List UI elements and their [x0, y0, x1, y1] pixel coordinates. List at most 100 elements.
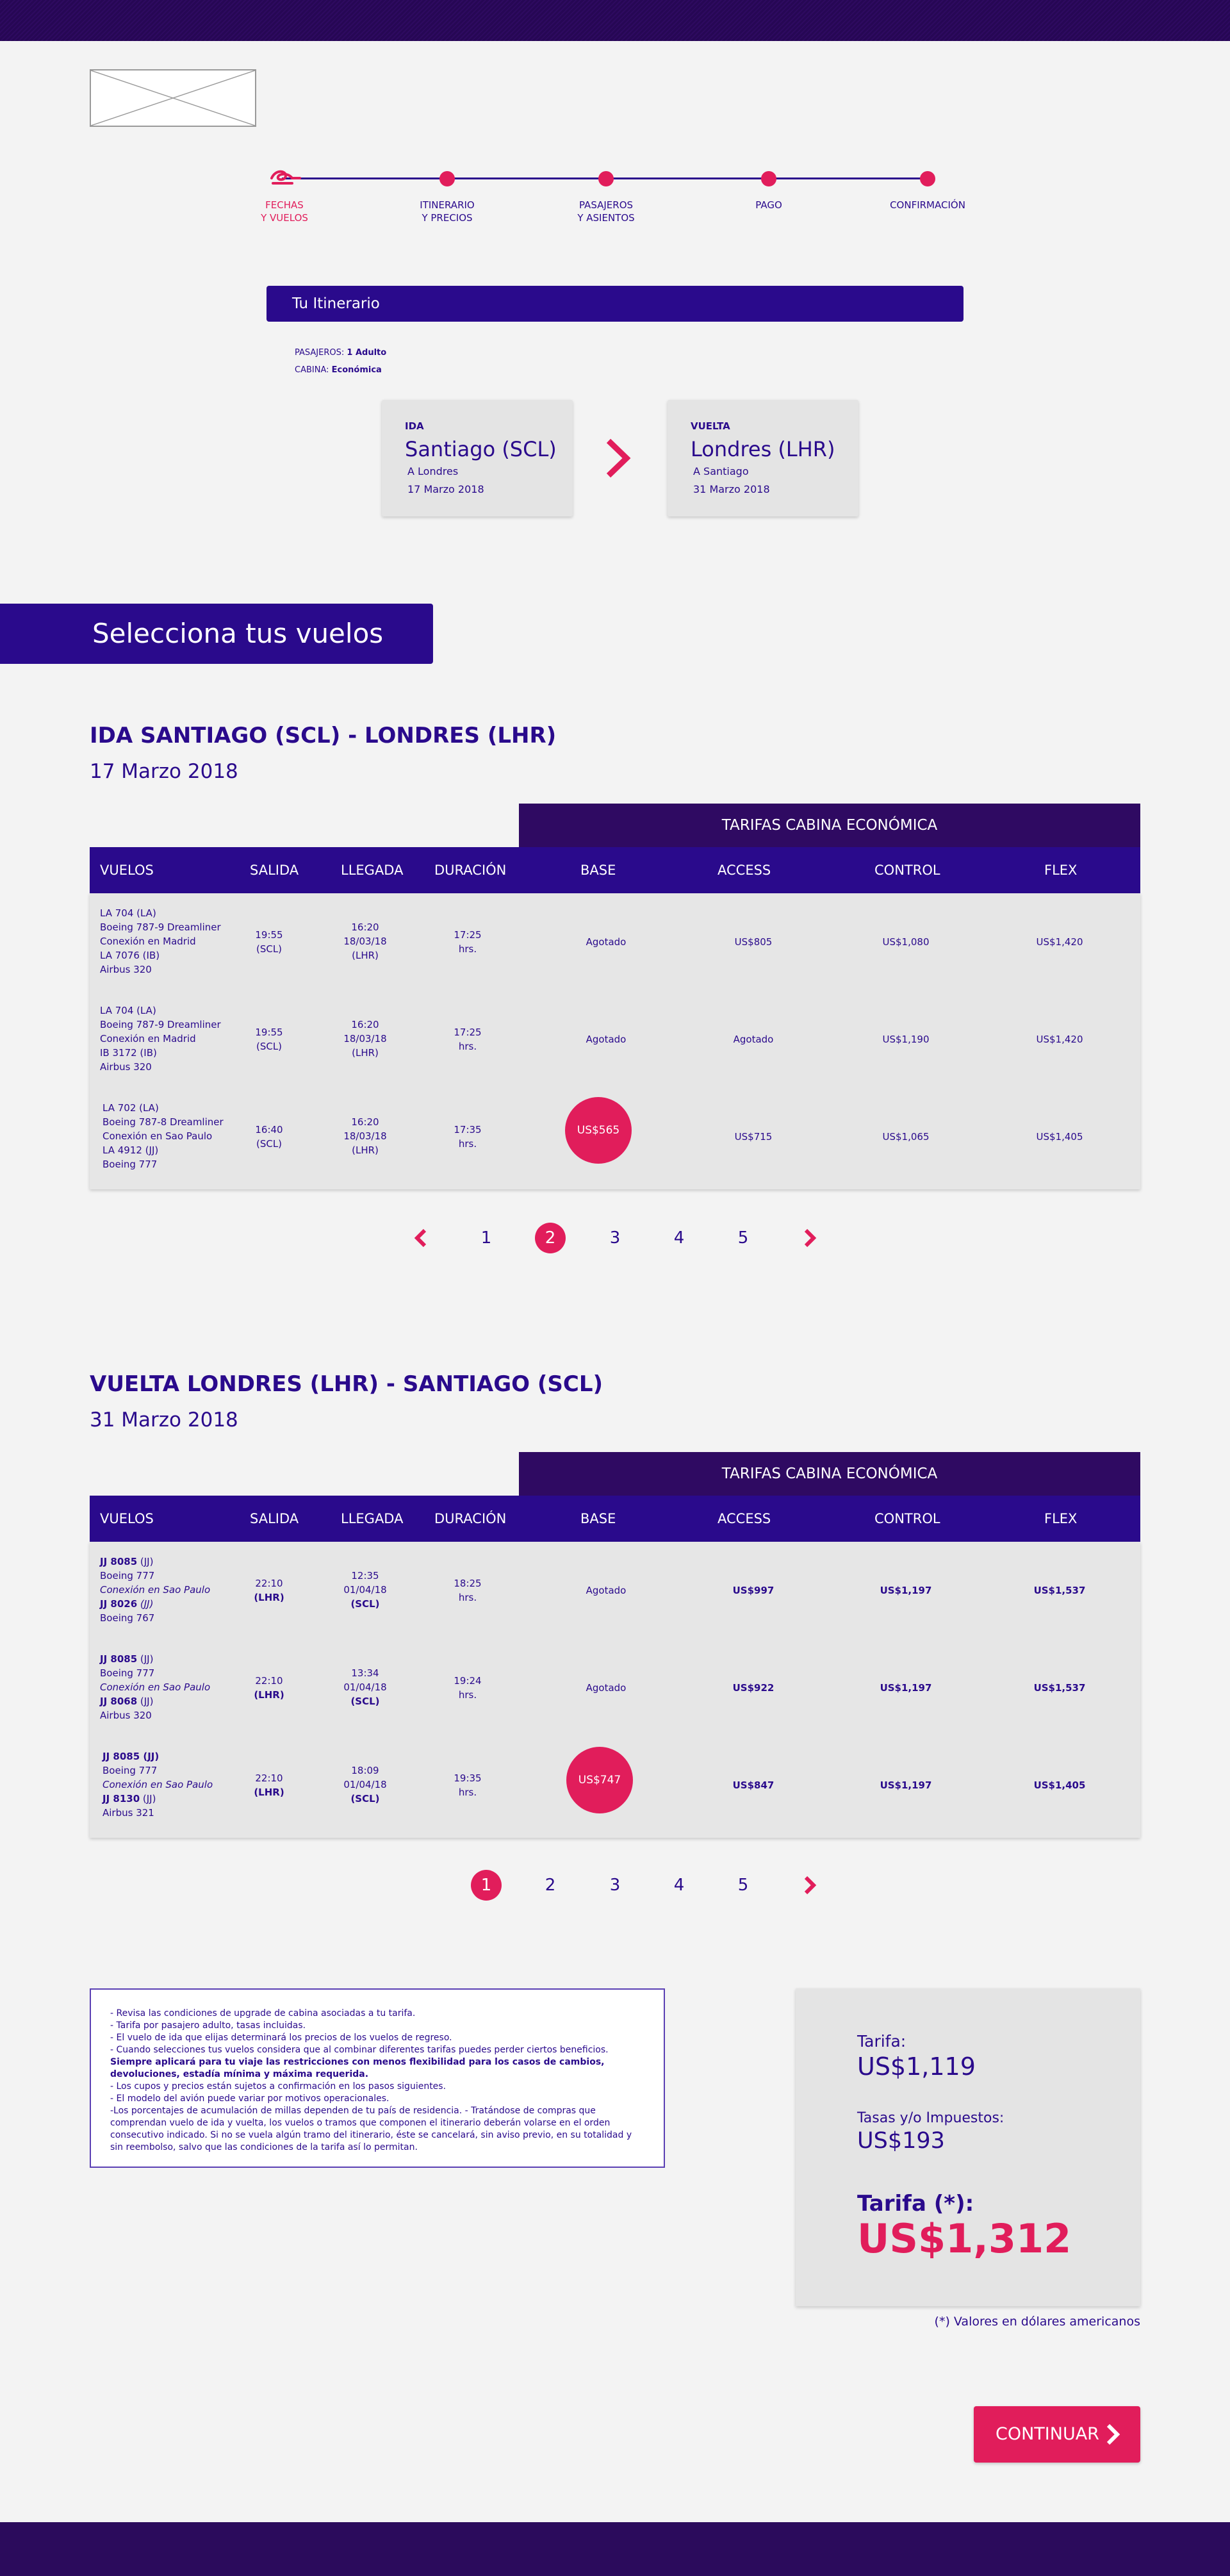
fare-control[interactable]: US$1,197 — [861, 1778, 951, 1792]
arrival-date: 18/03/18 — [343, 936, 387, 947]
note-line: - El vuelo de ida que elijas determinará… — [110, 2033, 452, 2043]
carrier: (JJ) — [137, 1653, 154, 1665]
outbound-city: Santiago (SCL) — [405, 437, 557, 461]
col-base: BASE — [580, 1511, 616, 1526]
aircraft: Boeing 787-9 Dreamliner — [100, 1019, 221, 1030]
outbound-card[interactable]: IDA Santiago (SCL) A Londres 17 Marzo 20… — [382, 400, 573, 516]
aircraft: Airbus 320 — [100, 1710, 152, 1721]
step-label-confirmacion[interactable]: CONFIRMACIÓN — [864, 199, 992, 211]
col-llegada: LLEGADA — [341, 1511, 404, 1526]
chevron-left-icon[interactable] — [408, 1225, 434, 1251]
page-2[interactable]: 2 — [535, 1870, 566, 1901]
duration: 19:35 — [454, 1772, 482, 1784]
fare-control[interactable]: US$1,065 — [861, 1130, 951, 1144]
fare-flex[interactable]: US$1,405 — [1015, 1778, 1104, 1792]
step-label-itinerario[interactable]: ITINERARIO Y PRECIOS — [383, 199, 511, 224]
fare-flex[interactable]: US$1,537 — [1015, 1681, 1104, 1695]
aircraft: Boeing 767 — [100, 1612, 155, 1624]
fare-access[interactable]: US$847 — [709, 1778, 798, 1792]
passengers-line: PASAJEROS: 1 Adulto — [295, 348, 386, 358]
fare-access[interactable]: US$715 — [709, 1130, 798, 1144]
flight-number: LA 702 (LA) — [102, 1102, 159, 1114]
logo-placeholder[interactable] — [90, 69, 256, 127]
arrival-date: 01/04/18 — [343, 1681, 387, 1693]
flight-number: LA 704 (LA) — [100, 1005, 156, 1016]
salida-cell: 19:55 (SCL) — [237, 1025, 301, 1053]
flight-number: IB 3172 (IB) — [100, 1047, 157, 1059]
fare-flex[interactable]: US$1,405 — [1015, 1130, 1104, 1144]
page-5[interactable]: 5 — [728, 1870, 758, 1901]
return-card[interactable]: VUELTA Londres (LHR) A Santiago 31 Marzo… — [668, 400, 858, 516]
salida-cell: 16:40 (SCL) — [237, 1123, 301, 1151]
page-3[interactable]: 3 — [600, 1223, 630, 1253]
arrival-airport: (SCL) — [350, 1793, 380, 1804]
step-label-fechas[interactable]: FECHAS Y VUELOS — [220, 199, 348, 224]
aircraft: Airbus 321 — [102, 1807, 154, 1819]
chevron-right-icon[interactable] — [797, 1225, 823, 1251]
step-dot-pasajeros[interactable] — [598, 171, 614, 186]
llegada-cell: 12:35 01/04/18 (SCL) — [327, 1569, 404, 1611]
fare-base-selected[interactable]: US$747 — [566, 1747, 633, 1813]
fare-access[interactable]: US$997 — [709, 1583, 798, 1598]
itinerary-header: Tu Itinerario — [266, 286, 964, 322]
arrival-date: 18/03/18 — [343, 1130, 387, 1142]
fare-control[interactable]: US$1,080 — [861, 935, 951, 949]
carrier: (JJ) — [137, 1696, 154, 1707]
return-table-header: VUELOS SALIDA LLEGADA DURACIÓN BASE ACCE… — [90, 1496, 1140, 1542]
fare-base-selected[interactable]: US$565 — [565, 1097, 632, 1164]
col-duracion: DURACIÓN — [434, 863, 507, 878]
col-vuelos: VUELOS — [100, 1511, 154, 1526]
step-dot-pago[interactable] — [761, 171, 776, 186]
duration: 17:35 — [454, 1124, 482, 1135]
page-4[interactable]: 4 — [664, 1870, 694, 1901]
arrival-time: 16:20 — [351, 921, 379, 933]
aircraft: Airbus 320 — [100, 1061, 152, 1073]
duration-unit: hrs. — [458, 943, 477, 955]
fare-access[interactable]: US$805 — [709, 935, 798, 949]
col-access: ACCESS — [718, 1511, 771, 1526]
note-line: -Los porcentajes de acumulación de milla… — [110, 2106, 632, 2152]
fare-flex[interactable]: US$1,420 — [1015, 1032, 1104, 1046]
chevron-right-icon — [606, 438, 631, 478]
page-1-current[interactable]: 1 — [471, 1870, 502, 1901]
page-4[interactable]: 4 — [664, 1223, 694, 1253]
departure-time: 22:10 — [255, 1675, 283, 1687]
total-label: Tarifa (*): — [857, 2191, 974, 2217]
connection: Conexión en Madrid — [100, 1033, 196, 1044]
page-3[interactable]: 3 — [600, 1870, 630, 1901]
duracion-cell: 17:35 hrs. — [436, 1123, 500, 1151]
duracion-cell: 18:25 hrs. — [436, 1576, 500, 1605]
step-label-pasajeros[interactable]: PASAJEROS Y ASIENTOS — [542, 199, 670, 224]
connection: Conexión en Sao Paulo — [102, 1779, 213, 1790]
chevron-right-icon[interactable] — [797, 1872, 823, 1898]
step-dot-itinerario[interactable] — [439, 171, 455, 186]
page-1[interactable]: 1 — [471, 1223, 502, 1253]
outbound-section-date: 17 Marzo 2018 — [90, 760, 238, 783]
fare-base: Agotado — [586, 1034, 627, 1045]
col-control: CONTROL — [874, 1511, 940, 1526]
flight-info: LA 704 (LA) Boeing 787-9 Dreamliner Cone… — [100, 906, 221, 977]
fare-access[interactable]: US$922 — [709, 1681, 798, 1695]
connection: Conexión en Sao Paulo — [102, 1130, 213, 1142]
fare-control[interactable]: US$1,197 — [861, 1583, 951, 1598]
departure-airport: (LHR) — [254, 1592, 284, 1603]
airplane-icon — [270, 170, 301, 185]
step-label-pago[interactable]: PAGO — [705, 199, 833, 211]
fare-flex[interactable]: US$1,537 — [1015, 1583, 1104, 1598]
fare-summary: Tarifa: US$1,119 Tasas y/o Impuestos: US… — [796, 1988, 1140, 2306]
outbound-destination: A Londres — [407, 465, 459, 477]
page-2-current[interactable]: 2 — [535, 1223, 566, 1253]
flight-number: LA 7076 (IB) — [100, 950, 160, 961]
salida-cell: 22:10 (LHR) — [237, 1576, 301, 1605]
flight-info: JJ 8085 (JJ) Boeing 777 Conexión en Sao … — [102, 1749, 213, 1820]
step-dot-confirmacion[interactable] — [920, 171, 935, 186]
outbound-section-title: IDA SANTIAGO (SCL) - LONDRES (LHR) — [90, 723, 557, 748]
page-5[interactable]: 5 — [728, 1223, 758, 1253]
flight-info: JJ 8085 (JJ) Boeing 777 Conexión en Sao … — [100, 1555, 210, 1625]
continue-button[interactable]: CONTINUAR — [974, 2406, 1140, 2463]
fare-flex[interactable]: US$1,420 — [1015, 935, 1104, 949]
outbound-table-header: VUELOS SALIDA LLEGADA DURACIÓN BASE ACCE… — [90, 847, 1140, 893]
fare-control[interactable]: US$1,197 — [861, 1681, 951, 1695]
fare-control[interactable]: US$1,190 — [861, 1032, 951, 1046]
tasas-value: US$193 — [857, 2128, 945, 2154]
